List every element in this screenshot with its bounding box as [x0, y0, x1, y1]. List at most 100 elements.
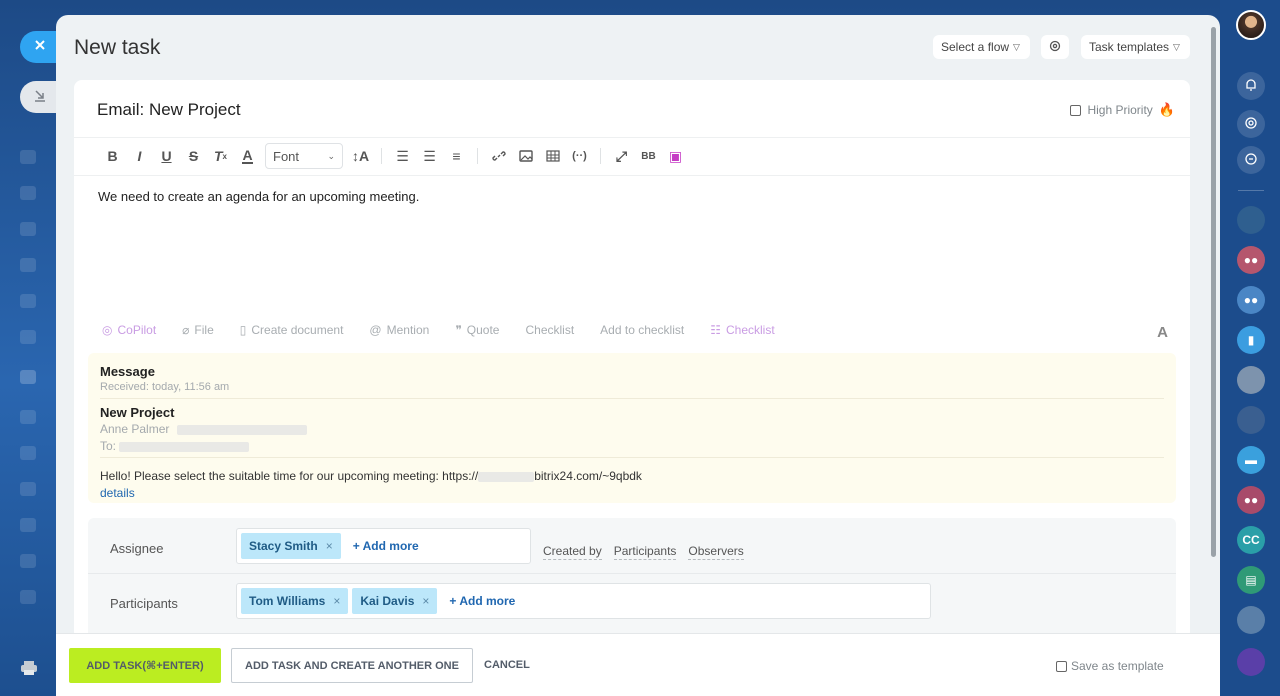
fullscreen-icon[interactable]: ⤢ — [608, 143, 635, 169]
email-message-heading: Message — [100, 364, 155, 379]
notifications-button[interactable] — [1237, 72, 1265, 100]
chevron-down-icon: ⌄ — [327, 150, 335, 161]
close-icon — [34, 38, 46, 56]
menu-icon — [20, 446, 36, 460]
checklist-button[interactable]: Checklist — [525, 323, 574, 337]
left-rail — [0, 0, 60, 696]
task-title-input[interactable]: Email: New Project — [97, 100, 241, 120]
email-received-time: Received: today, 11:56 am — [100, 381, 230, 393]
quote-button[interactable]: ❞ Quote — [455, 323, 499, 337]
file-button[interactable]: ⌀ File — [182, 323, 214, 337]
email-to: To: — [100, 439, 250, 453]
task-slider-panel: New task Select a flow ▽ Task templates … — [56, 15, 1220, 696]
chat-icon — [1244, 152, 1258, 169]
add-task-button[interactable]: ADD TASK(⌘+ENTER) — [69, 648, 221, 683]
app-avatar[interactable] — [1237, 648, 1265, 676]
contact-avatar[interactable] — [1237, 206, 1265, 234]
mention-button[interactable]: @ Mention — [369, 323, 429, 337]
bbcode-icon[interactable]: BB — [635, 143, 662, 169]
contact-avatar[interactable] — [1237, 366, 1265, 394]
chat-channel[interactable]: ▬ — [1237, 446, 1265, 474]
task-form-card: Email: New Project High Priority 🔥 B I U… — [74, 80, 1190, 640]
remove-icon[interactable]: × — [326, 539, 333, 553]
strikethrough-icon[interactable]: S — [180, 143, 207, 169]
user-chip[interactable]: Tom Williams × — [241, 588, 349, 614]
menu-icon — [20, 410, 36, 424]
align-icon[interactable]: ≡ — [443, 143, 470, 169]
add-and-create-another-button[interactable]: ADD TASK AND CREATE ANOTHER ONE — [231, 648, 473, 683]
cancel-button[interactable]: CANCEL — [484, 659, 530, 671]
group-chat-avatar[interactable]: ●● — [1237, 486, 1265, 514]
remove-icon[interactable]: × — [333, 594, 340, 608]
chat-button[interactable] — [1237, 146, 1265, 174]
high-priority-toggle[interactable]: High Priority 🔥 — [1070, 102, 1175, 118]
italic-icon[interactable]: I — [126, 143, 153, 169]
group-icon: ●● — [1243, 493, 1259, 507]
form-footer: ADD TASK(⌘+ENTER) ADD TASK AND CREATE AN… — [56, 633, 1220, 696]
numbered-list-icon[interactable]: ☰ — [389, 143, 416, 169]
bullet-list-icon[interactable]: ☰ — [416, 143, 443, 169]
add-more-assignee-link[interactable]: + Add more — [345, 539, 419, 553]
create-document-button[interactable]: ▯ Create document — [240, 323, 344, 337]
contact-avatar[interactable] — [1237, 406, 1265, 434]
scrollbar[interactable] — [1211, 27, 1216, 557]
page-title: New task — [74, 36, 161, 59]
formatting-toggle-button[interactable]: A — [1157, 324, 1168, 341]
remove-icon[interactable]: × — [422, 594, 429, 608]
high-priority-checkbox[interactable] — [1070, 104, 1082, 116]
copilot-button[interactable] — [1237, 110, 1265, 138]
printer-icon[interactable] — [20, 660, 38, 676]
document-chat[interactable]: ▤ — [1237, 566, 1265, 594]
settings-button[interactable] — [1041, 35, 1069, 59]
minimize-slider-button[interactable] — [20, 81, 60, 113]
created-by-link[interactable]: Created by — [543, 544, 602, 560]
cc-avatar[interactable]: CC — [1237, 526, 1265, 554]
add-more-participants-link[interactable]: + Add more — [441, 594, 515, 608]
participants-link[interactable]: Participants — [613, 544, 677, 560]
font-select[interactable]: Font ⌄ — [265, 143, 343, 169]
chevron-down-icon: ▽ — [1013, 41, 1020, 52]
menu-icon — [20, 590, 36, 604]
close-slider-button[interactable] — [20, 31, 60, 63]
save-as-template-toggle[interactable]: Save as template — [1056, 659, 1164, 673]
save-template-checkbox[interactable] — [1056, 660, 1067, 672]
ai-checklist-button[interactable]: ☷ Checklist — [710, 323, 774, 337]
bookmark-chat[interactable]: ▮ — [1237, 326, 1265, 354]
link-icon[interactable] — [485, 143, 512, 169]
menu-icon — [20, 150, 36, 164]
rail-divider — [1238, 190, 1264, 191]
assignee-selector[interactable]: Stacy Smith × + Add more — [236, 528, 531, 564]
email-details-link[interactable]: details — [100, 486, 135, 500]
toolbar-separator — [477, 148, 478, 164]
ai-image-icon[interactable]: ▣ — [662, 143, 689, 169]
code-icon[interactable]: (··) — [566, 143, 593, 169]
add-to-checklist-button[interactable]: Add to checklist — [600, 323, 684, 337]
group-chat-avatar[interactable]: ●● — [1237, 246, 1265, 274]
task-templates-button[interactable]: Task templates ▽ — [1081, 35, 1190, 59]
chat-icon: ▬ — [1245, 453, 1257, 467]
clear-format-icon[interactable]: Tx — [207, 143, 234, 169]
participants-selector[interactable]: Tom Williams × Kai Davis × + Add more — [236, 583, 931, 619]
group-icon: ●● — [1243, 293, 1259, 307]
select-flow-button[interactable]: Select a flow ▽ — [933, 35, 1030, 59]
user-chip[interactable]: Stacy Smith × — [241, 533, 341, 559]
redacted-domain — [478, 471, 535, 482]
task-description-editor[interactable]: We need to create an agenda for an upcom… — [98, 189, 419, 204]
text-color-icon[interactable]: A — [234, 143, 261, 169]
user-chip[interactable]: Kai Davis × — [352, 588, 438, 614]
user-avatar[interactable] — [1236, 10, 1266, 40]
bold-icon[interactable]: B — [99, 143, 126, 169]
image-icon[interactable] — [512, 143, 539, 169]
flame-icon: 🔥 — [1158, 102, 1175, 117]
spiral-icon — [1244, 116, 1258, 133]
observers-link[interactable]: Observers — [688, 544, 744, 560]
participants-label: Participants — [110, 596, 178, 611]
copilot-button[interactable]: ◎ CoPilot — [102, 323, 156, 337]
font-size-icon[interactable]: ↕A — [347, 143, 374, 169]
divider — [100, 398, 1164, 399]
underline-icon[interactable]: U — [153, 143, 180, 169]
copilot-icon: ◎ — [102, 323, 113, 337]
contact-avatar[interactable] — [1237, 606, 1265, 634]
group-chat-avatar[interactable]: ●● — [1237, 286, 1265, 314]
table-icon[interactable] — [539, 143, 566, 169]
